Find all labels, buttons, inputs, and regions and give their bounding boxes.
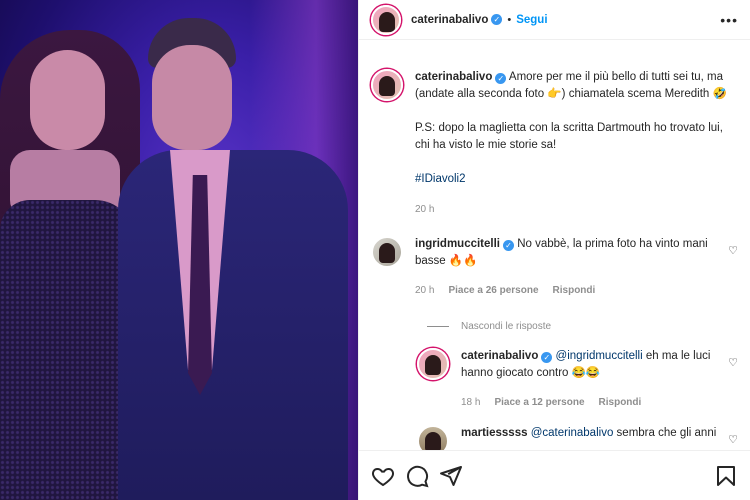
verified-badge-icon: ✓: [541, 352, 553, 363]
caption-avatar[interactable]: [371, 69, 403, 101]
share-icon[interactable]: [439, 464, 463, 488]
comment-like-heart-icon[interactable]: ♡: [728, 244, 738, 257]
caption-time: 20 h: [415, 204, 435, 215]
follow-button[interactable]: Segui: [516, 14, 547, 26]
comment-likes[interactable]: Piace a 26 persone: [448, 282, 538, 299]
comments-list[interactable]: caterinabalivo ✓ Amore per me il più bell…: [359, 41, 750, 450]
reply-mention[interactable]: @caterinabalivo: [531, 427, 614, 439]
caption-username[interactable]: caterinabalivo: [415, 71, 492, 83]
reply-avatar[interactable]: [417, 425, 449, 450]
author-avatar[interactable]: [371, 4, 401, 35]
reply-reply-button[interactable]: Rispondi: [599, 394, 642, 411]
author-username[interactable]: caterinabalivo: [411, 14, 488, 26]
hide-replies-label: Nascondi le risposte: [461, 321, 552, 332]
reply-button[interactable]: Rispondi: [553, 282, 596, 299]
caption: caterinabalivo ✓ Amore per me il più bell…: [371, 69, 738, 218]
reply-username[interactable]: martiesssss: [461, 427, 528, 439]
comment-icon[interactable]: [405, 464, 429, 488]
verified-badge-icon: ✓: [491, 14, 503, 25]
commenter-username[interactable]: ingridmuccitelli: [415, 238, 500, 250]
caption-ps: P.S: dopo la maglietta con la scritta Da…: [415, 122, 723, 151]
comment: ingridmuccitelli ✓ No vabbè, la prima fot…: [371, 236, 738, 299]
reply-avatar[interactable]: [417, 348, 449, 380]
action-bar: [359, 450, 750, 500]
reply-text: sembra che gli anni: [616, 427, 717, 439]
reply: caterinabalivo ✓ @ingridmuccitelli eh ma …: [417, 348, 738, 411]
post-sidebar: caterinabalivo ✓ • Segui ••• caterinabal…: [358, 0, 750, 500]
reply-like-heart-icon[interactable]: ♡: [728, 356, 738, 369]
reply-time: 18 h: [461, 397, 481, 408]
bookmark-icon[interactable]: [714, 464, 738, 488]
separator-dot: •: [507, 13, 512, 26]
more-icon[interactable]: •••: [720, 12, 738, 28]
commenter-avatar[interactable]: [371, 236, 403, 268]
heart-icon[interactable]: [371, 464, 395, 488]
hide-replies-button[interactable]: Nascondi le risposte: [427, 321, 738, 332]
verified-badge-icon: ✓: [495, 73, 507, 84]
reply-mention[interactable]: @ingridmuccitelli: [556, 350, 643, 362]
reply-like-heart-icon[interactable]: ♡: [728, 433, 738, 446]
post-photo: [0, 0, 358, 500]
caption-hashtag[interactable]: #IDiavoli2: [415, 171, 738, 188]
reply: martiesssss @caterinabalivo sembra che g…: [417, 425, 738, 450]
comment-time: 20 h: [415, 285, 435, 296]
reply-username[interactable]: caterinabalivo: [461, 350, 538, 362]
reply-likes[interactable]: Piace a 12 persone: [494, 394, 584, 411]
verified-badge-icon: ✓: [503, 240, 514, 251]
post-header: caterinabalivo ✓ • Segui •••: [359, 0, 750, 40]
